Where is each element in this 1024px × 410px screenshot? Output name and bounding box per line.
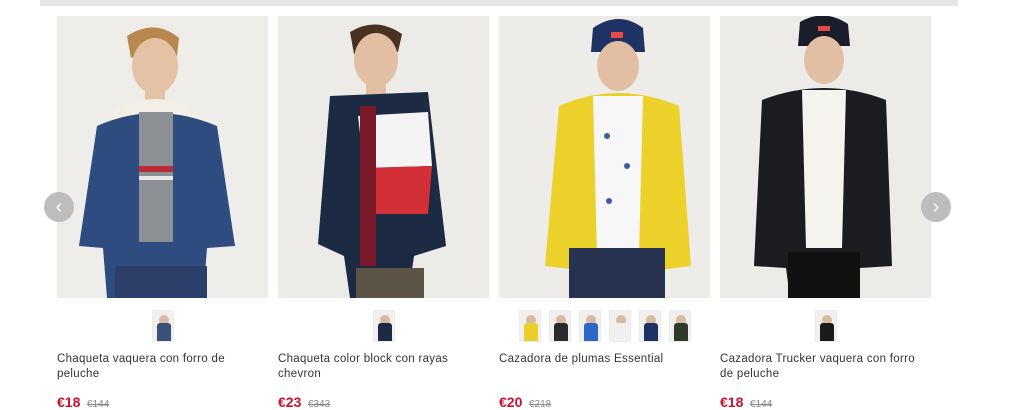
color-swatches xyxy=(278,310,489,344)
color-swatch[interactable] xyxy=(372,310,395,342)
original-price: €218 xyxy=(528,399,552,410)
color-swatch[interactable] xyxy=(578,310,601,342)
color-swatch[interactable] xyxy=(814,310,837,342)
original-price: €144 xyxy=(749,399,773,410)
product-image[interactable] xyxy=(499,16,710,298)
product-image[interactable] xyxy=(278,16,489,298)
original-price: €144 xyxy=(86,399,110,410)
color-swatches xyxy=(499,310,710,344)
color-swatches xyxy=(57,310,268,344)
color-swatch[interactable] xyxy=(668,310,691,342)
color-swatch[interactable] xyxy=(638,310,661,342)
product-title[interactable]: Chaqueta color block con rayas chevron xyxy=(278,352,489,382)
product-image[interactable] xyxy=(720,16,931,298)
product-title[interactable]: Chaqueta vaquera con forro de peluche xyxy=(57,352,268,382)
color-swatch[interactable] xyxy=(608,310,631,342)
chevron-left-icon: ‹ xyxy=(55,196,63,218)
chevron-right-icon: › xyxy=(932,196,940,218)
product-title[interactable]: Cazadora Trucker vaquera con forro de pe… xyxy=(720,352,931,382)
product-title[interactable]: Cazadora de plumas Essential xyxy=(499,352,710,367)
product-carousel: Chaqueta vaquera con forro de peluche €1… xyxy=(40,6,958,410)
color-swatches xyxy=(720,310,931,344)
carousel-prev-button[interactable]: ‹ xyxy=(44,192,74,222)
color-swatch[interactable] xyxy=(151,310,174,342)
carousel-next-button[interactable]: › xyxy=(921,192,951,222)
product-image[interactable] xyxy=(57,16,268,298)
color-swatch[interactable] xyxy=(548,310,571,342)
original-price: €343 xyxy=(307,399,331,410)
color-swatch[interactable] xyxy=(518,310,541,342)
